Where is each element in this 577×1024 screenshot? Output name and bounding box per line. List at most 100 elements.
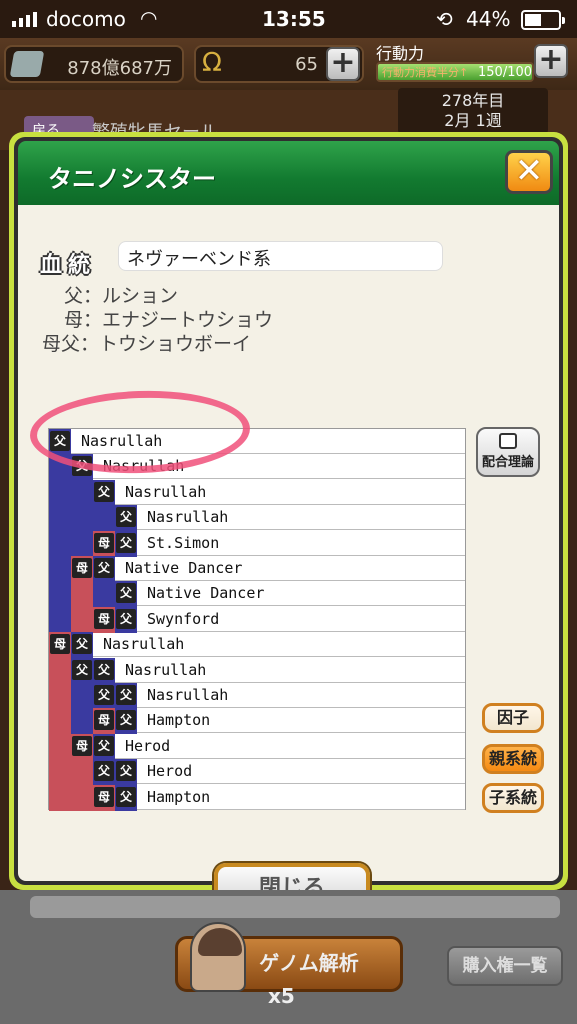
- sire-column: [93, 581, 115, 608]
- money-value: 878億687万: [67, 58, 172, 79]
- dam-tag: 母: [72, 558, 92, 578]
- game-week: 2月 1週: [444, 111, 502, 130]
- dam-tag: 母: [94, 786, 114, 807]
- checkbox-icon: [499, 433, 517, 449]
- character-avatar: [190, 922, 246, 992]
- modal-title: タニノシスター: [48, 165, 216, 193]
- parent-line-tab[interactable]: 親系統: [482, 744, 544, 774]
- purchase-rights-button[interactable]: 購入権一覧: [447, 946, 563, 986]
- horse-name[interactable]: Nasrullah: [147, 686, 228, 704]
- pedigree-row: 父父 Nasrullah: [49, 683, 465, 709]
- stamina-sub: 行動力消費半分↑: [382, 66, 469, 79]
- signal-icon: [12, 12, 37, 27]
- sire-column: [49, 556, 71, 582]
- damsire-name: トウショウボーイ: [99, 333, 252, 355]
- pedigree-row: 母父 Hampton: [49, 708, 465, 735]
- pedigree-row: 父父 Herod: [49, 759, 465, 786]
- sire-tag: 父: [94, 659, 114, 680]
- dam-column: [49, 733, 71, 760]
- horse-name[interactable]: St.Simon: [147, 534, 219, 552]
- dam-tag: 母: [94, 608, 114, 629]
- dam-column: [71, 581, 93, 608]
- damsire-line: 母父：トウショウボーイ: [42, 329, 251, 356]
- pedigree-row: 母父 Herod: [49, 733, 465, 760]
- child-line-tab[interactable]: 子系統: [482, 783, 544, 813]
- horse-name[interactable]: Herod: [125, 737, 170, 755]
- stamina-label: 行動力: [376, 44, 425, 63]
- horseshoe-counter: Ω 65 +: [194, 45, 364, 83]
- pedigree-row: 父父 Nasrullah: [49, 657, 465, 684]
- clock: 13:55: [262, 7, 326, 31]
- sire-tag: 父: [116, 761, 136, 782]
- pedigree-row: 父 Nasrullah: [49, 479, 465, 506]
- close-icon[interactable]: ✕: [505, 150, 553, 194]
- horse-name[interactable]: Native Dancer: [125, 559, 242, 577]
- sire-tag: 父: [94, 735, 114, 756]
- dam-key: 母：: [64, 309, 103, 331]
- add-stamina-button[interactable]: +: [534, 44, 568, 78]
- pedigree-table: 父 Nasrullah 父 Nasrullah 父 Nasrullah 父 Nasrullah…: [48, 428, 466, 811]
- sire-column: [71, 708, 93, 735]
- sire-column: [49, 606, 71, 633]
- horse-name[interactable]: Hampton: [147, 711, 210, 729]
- bloodline-label: 血統: [40, 253, 97, 278]
- dam-tag: 母: [94, 710, 114, 731]
- horse-name[interactable]: Nasrullah: [125, 483, 206, 501]
- dam-column: [49, 784, 71, 811]
- horse-name[interactable]: Nasrullah: [125, 661, 206, 679]
- dam-column: [49, 683, 71, 709]
- stamina-meter: 行動力 行動力消費半分↑ 150/100 +: [374, 40, 574, 86]
- dam-column: [71, 784, 93, 811]
- sire-name: ルション: [102, 285, 179, 307]
- sire-tag: 父: [116, 583, 136, 604]
- wifi-icon: ◠: [140, 6, 158, 30]
- bloodline-value: ネヴァーベンド系: [118, 241, 443, 271]
- factor-tab[interactable]: 因子: [482, 703, 544, 733]
- sire-tag: 父: [116, 507, 136, 528]
- modal-body: 血統 ネヴァーベンド系 父：ルション 母：エナジートウショウ 母父：トウショウボ…: [18, 205, 559, 917]
- horse-name[interactable]: Swynford: [147, 610, 219, 628]
- dam-tag: 母: [50, 634, 70, 655]
- dam-tag: 母: [72, 735, 92, 756]
- horse-name[interactable]: Hampton: [147, 788, 210, 806]
- dam-column: [49, 759, 71, 786]
- sire-tag: 父: [94, 685, 114, 705]
- pedigree-row: 母父 St.Simon: [49, 530, 465, 557]
- pedigree-row: 母父 Hampton: [49, 784, 465, 811]
- dam-name: エナジートウショウ: [102, 309, 274, 331]
- horse-name[interactable]: Nasrullah: [103, 635, 184, 653]
- horse-name[interactable]: Herod: [147, 762, 192, 780]
- sire-column: [49, 530, 71, 557]
- dam-line: 母：エナジートウショウ: [64, 305, 273, 332]
- sire-tag: 父: [94, 558, 114, 578]
- sire-tag: 父: [116, 685, 136, 705]
- sire-tag: 父: [116, 710, 136, 731]
- game-year: 278年目: [441, 91, 505, 110]
- battery-percent: 44%: [466, 7, 511, 31]
- sire-line: 父：ルション: [64, 281, 178, 308]
- sire-tag: 父: [72, 634, 92, 655]
- modal-header: タニノシスター ✕: [18, 141, 559, 205]
- breeding-theory-button[interactable]: 配合理論: [476, 427, 540, 477]
- rotation-lock-icon: ⟲: [436, 7, 453, 31]
- sire-key: 父：: [64, 285, 103, 307]
- sire-tag: 父: [94, 761, 114, 782]
- genome-cost: x5: [268, 984, 295, 1008]
- sire-column: [49, 505, 71, 532]
- modal-frame: タニノシスター ✕ 血統 ネヴァーベンド系 父：ルション 母：エナジートウショウ…: [14, 137, 563, 917]
- money-icon: [9, 51, 45, 77]
- sire-column: [71, 683, 93, 709]
- status-bar: docomo ◠ 13:55 ⟲ 44%: [0, 0, 577, 38]
- pedigree-row: 母父 Native Dancer: [49, 556, 465, 582]
- carrier-name: docomo: [46, 7, 126, 31]
- pedigree-row: 母父 Swynford: [49, 606, 465, 633]
- game-date: 278年目 2月 1週: [398, 88, 548, 134]
- add-horseshoe-button[interactable]: +: [326, 47, 360, 81]
- sire-column: [71, 505, 93, 532]
- dam-tag: 母: [94, 532, 114, 553]
- pedigree-row: 母父 Nasrullah: [49, 632, 465, 659]
- horseshoe-icon: Ω: [202, 48, 222, 78]
- horse-name[interactable]: Nasrullah: [147, 508, 228, 526]
- horse-name[interactable]: Native Dancer: [147, 584, 264, 602]
- horseshoe-value: 65: [295, 54, 318, 75]
